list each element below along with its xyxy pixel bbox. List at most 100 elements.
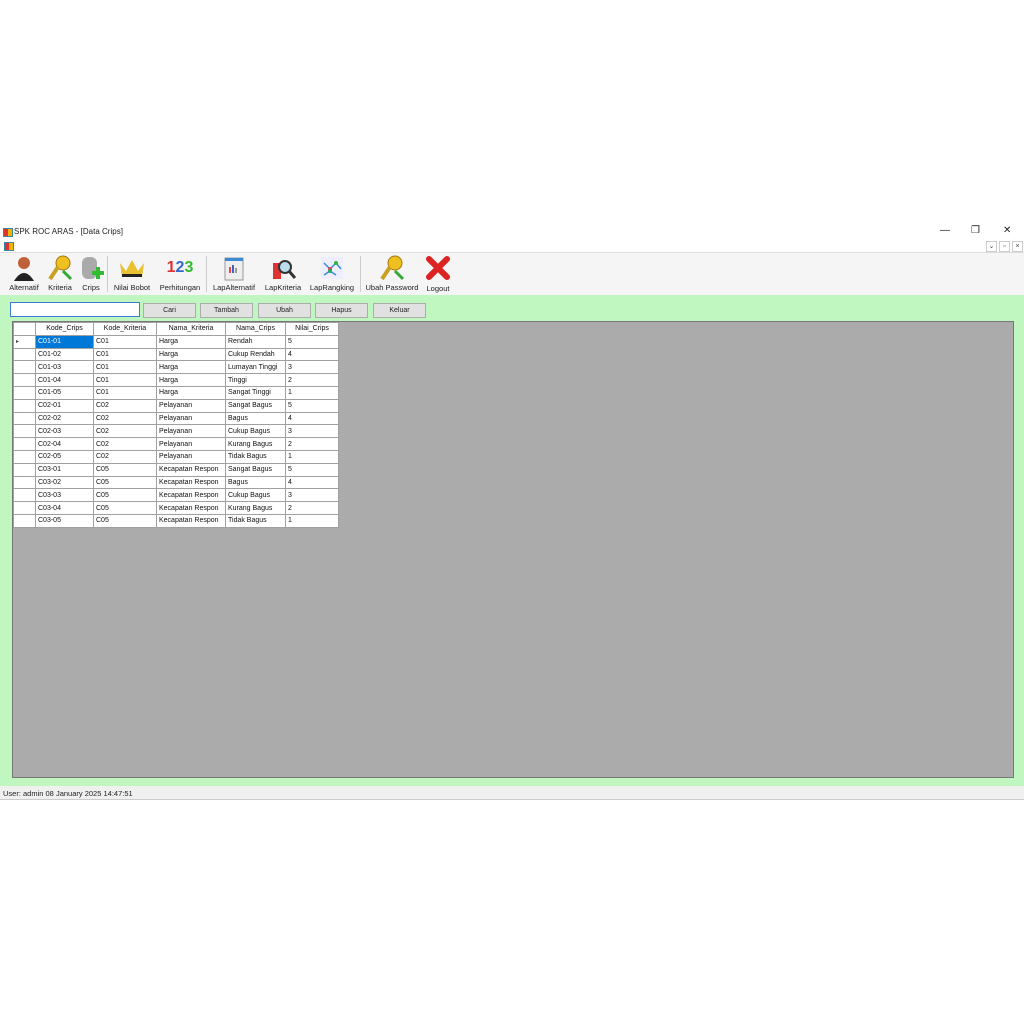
table-cell[interactable]: Kecapatan Respon: [156, 488, 226, 503]
table-row[interactable]: C01-02 C01 Harga Cukup Rendah 4: [13, 347, 339, 362]
toolbar-perhitungan-button[interactable]: 123 Perhitungan: [157, 253, 203, 295]
row-header[interactable]: [13, 488, 36, 503]
table-cell[interactable]: C01-01: [35, 334, 94, 349]
table-row[interactable]: C02-01 C02 Pelayanan Sangat Bagus 5: [13, 398, 339, 413]
table-cell[interactable]: Tinggi: [225, 373, 286, 387]
table-row[interactable]: C03-03 C05 Kecapatan Respon Cukup Bagus 3: [13, 488, 339, 503]
mdi-restore-button[interactable]: ▫: [999, 241, 1010, 252]
table-cell[interactable]: C05: [93, 488, 157, 503]
table-cell[interactable]: C01: [93, 385, 157, 400]
table-cell[interactable]: C01-05: [35, 385, 94, 400]
table-row[interactable]: ▸ C01-01 C01 Harga Rendah 5: [13, 334, 339, 349]
table-cell[interactable]: C05: [93, 513, 157, 528]
row-header[interactable]: [13, 424, 36, 439]
table-cell[interactable]: Bagus: [225, 475, 286, 490]
cari-button[interactable]: Cari: [143, 303, 196, 318]
table-cell[interactable]: C02-05: [35, 449, 94, 464]
mdi-child-icon[interactable]: [4, 242, 14, 251]
mdi-minimize-button[interactable]: ⌄: [986, 241, 997, 252]
restore-button[interactable]: ❐: [971, 225, 980, 236]
table-cell[interactable]: C01: [93, 334, 157, 349]
keluar-button[interactable]: Keluar: [373, 303, 426, 318]
table-cell[interactable]: Pelayanan: [156, 411, 226, 426]
table-cell[interactable]: Harga: [156, 347, 226, 362]
table-cell[interactable]: C02: [93, 424, 157, 439]
table-cell[interactable]: 3: [285, 488, 339, 503]
row-header[interactable]: [13, 462, 36, 477]
table-cell[interactable]: 2: [285, 501, 339, 515]
table-cell[interactable]: 3: [285, 360, 339, 375]
table-cell[interactable]: Bagus: [225, 411, 286, 426]
table-cell[interactable]: Sangat Bagus: [225, 398, 286, 413]
table-row[interactable]: C02-04 C02 Pelayanan Kurang Bagus 2: [13, 437, 339, 451]
table-cell[interactable]: C02: [93, 437, 157, 451]
row-header[interactable]: [13, 385, 36, 400]
row-header[interactable]: [13, 411, 36, 426]
table-cell[interactable]: C05: [93, 475, 157, 490]
table-cell[interactable]: Kecapatan Respon: [156, 501, 226, 515]
table-cell[interactable]: Harga: [156, 373, 226, 387]
table-cell[interactable]: C01: [93, 360, 157, 375]
table-cell[interactable]: Kecapatan Respon: [156, 475, 226, 490]
table-row[interactable]: C03-01 C05 Kecapatan Respon Sangat Bagus 5: [13, 462, 339, 477]
table-cell[interactable]: 1: [285, 513, 339, 528]
table-cell[interactable]: Pelayanan: [156, 449, 226, 464]
table-cell[interactable]: Kecapatan Respon: [156, 462, 226, 477]
table-cell[interactable]: C02: [93, 449, 157, 464]
table-cell[interactable]: 4: [285, 411, 339, 426]
row-header[interactable]: [13, 347, 36, 362]
toolbar-lapalternatif-button[interactable]: LapAlternatif: [209, 253, 259, 295]
toolbar-crips-button[interactable]: Crips: [79, 253, 104, 295]
tambah-button[interactable]: Tambah: [200, 303, 253, 318]
ubah-button[interactable]: Ubah: [258, 303, 311, 318]
toolbar-laprangking-button[interactable]: LapRangking: [307, 253, 357, 295]
table-cell[interactable]: C01: [93, 347, 157, 362]
table-cell[interactable]: Sangat Bagus: [225, 462, 286, 477]
table-cell[interactable]: Cukup Bagus: [225, 488, 286, 503]
table-cell[interactable]: Kecapatan Respon: [156, 513, 226, 528]
row-header[interactable]: [13, 449, 36, 464]
mdi-close-button[interactable]: ×: [1012, 241, 1023, 252]
close-button[interactable]: ✕: [1003, 225, 1011, 236]
table-row[interactable]: C02-02 C02 Pelayanan Bagus 4: [13, 411, 339, 426]
row-header[interactable]: [13, 501, 36, 515]
table-cell[interactable]: C05: [93, 462, 157, 477]
table-cell[interactable]: C03-01: [35, 462, 94, 477]
table-row[interactable]: C03-05 C05 Kecapatan Respon Tidak Bagus 1: [13, 513, 339, 528]
row-header[interactable]: [13, 513, 36, 528]
table-cell[interactable]: Pelayanan: [156, 424, 226, 439]
table-cell[interactable]: Harga: [156, 334, 226, 349]
table-cell[interactable]: 1: [285, 449, 339, 464]
table-cell[interactable]: Cukup Rendah: [225, 347, 286, 362]
table-row[interactable]: C03-02 C05 Kecapatan Respon Bagus 4: [13, 475, 339, 490]
table-cell[interactable]: Pelayanan: [156, 398, 226, 413]
table-row[interactable]: C02-03 C02 Pelayanan Cukup Bagus 3: [13, 424, 339, 439]
table-cell[interactable]: 4: [285, 347, 339, 362]
table-cell[interactable]: Kurang Bagus: [225, 437, 286, 451]
table-cell[interactable]: C01: [93, 373, 157, 387]
table-cell[interactable]: Tidak Bagus: [225, 449, 286, 464]
column-header[interactable]: Nama_Crips: [225, 322, 286, 336]
table-cell[interactable]: C03-05: [35, 513, 94, 528]
table-cell[interactable]: 2: [285, 373, 339, 387]
table-row[interactable]: C02-05 C02 Pelayanan Tidak Bagus 1: [13, 449, 339, 464]
row-header[interactable]: [13, 398, 36, 413]
column-header[interactable]: Kode_Crips: [35, 322, 94, 336]
table-cell[interactable]: Rendah: [225, 334, 286, 349]
table-cell[interactable]: C01-03: [35, 360, 94, 375]
table-cell[interactable]: C02-04: [35, 437, 94, 451]
table-cell[interactable]: Lumayan Tinggi: [225, 360, 286, 375]
table-cell[interactable]: 5: [285, 462, 339, 477]
row-header[interactable]: [13, 373, 36, 387]
table-cell[interactable]: 2: [285, 437, 339, 451]
table-cell[interactable]: 5: [285, 334, 339, 349]
table-cell[interactable]: Pelayanan: [156, 437, 226, 451]
column-header[interactable]: Kode_Kriteria: [93, 322, 157, 336]
table-cell[interactable]: 1: [285, 385, 339, 400]
table-row[interactable]: C01-04 C01 Harga Tinggi 2: [13, 373, 339, 387]
table-cell[interactable]: Kurang Bagus: [225, 501, 286, 515]
table-row[interactable]: C01-03 C01 Harga Lumayan Tinggi 3: [13, 360, 339, 375]
table-cell[interactable]: Sangat Tinggi: [225, 385, 286, 400]
table-cell[interactable]: Harga: [156, 360, 226, 375]
hapus-button[interactable]: Hapus: [315, 303, 368, 318]
